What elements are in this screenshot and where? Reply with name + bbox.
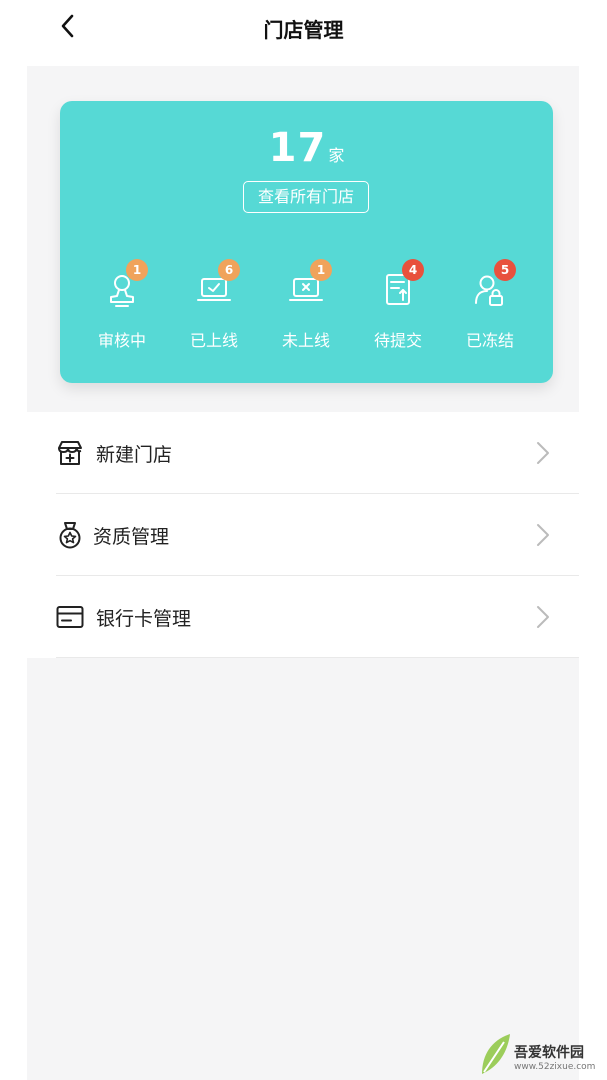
menu-item-new-store[interactable]: 新建门店 xyxy=(27,412,579,494)
status-label: 待提交 xyxy=(373,331,422,350)
menu-list: 新建门店 资质管理 银行卡管理 xyxy=(27,412,579,658)
menu-item-bank-card[interactable]: 银行卡管理 xyxy=(27,576,579,658)
status-reviewing[interactable]: 1 审核中 xyxy=(80,259,164,351)
chevron-right-icon xyxy=(537,442,549,464)
status-label: 已上线 xyxy=(189,331,238,350)
menu-item-label: 银行卡管理 xyxy=(96,608,192,630)
status-badge: 6 xyxy=(218,259,240,281)
status-icon-wrap: 1 xyxy=(102,259,148,309)
status-label: 已冻结 xyxy=(465,331,514,350)
chevron-right-icon xyxy=(537,524,549,546)
status-offline[interactable]: 1 未上线 xyxy=(264,259,348,351)
divider xyxy=(56,657,579,658)
status-badge: 1 xyxy=(126,259,148,281)
status-icon-wrap: 1 xyxy=(286,259,332,309)
menu-item-label: 新建门店 xyxy=(96,444,173,466)
leaf-logo-icon xyxy=(482,1034,510,1074)
store-count-unit: 家 xyxy=(328,146,345,165)
bank-card-icon xyxy=(56,606,84,628)
status-icon-wrap: 5 xyxy=(470,259,516,309)
page-title: 门店管理 xyxy=(263,18,344,42)
status-online[interactable]: 6 已上线 xyxy=(172,259,256,351)
status-badge: 4 xyxy=(402,259,424,281)
status-icon-wrap: 6 xyxy=(194,259,240,309)
view-all-stores-button[interactable]: 查看所有门店 xyxy=(243,181,369,213)
store-count-value: 17 xyxy=(268,125,327,171)
status-frozen[interactable]: 5 已冻结 xyxy=(448,259,532,351)
watermark-url: www.52zixue.com xyxy=(514,1062,596,1072)
status-badge: 5 xyxy=(494,259,516,281)
medal-star-icon xyxy=(59,522,81,549)
top-bar: 门店管理 xyxy=(0,0,607,58)
chevron-right-icon xyxy=(537,606,549,628)
status-badge: 1 xyxy=(310,259,332,281)
store-summary-card: 17 家 查看所有门店 1 审核中 6 已上线 1 未上线 4 待提交 5 已冻… xyxy=(60,101,553,383)
store-add-icon xyxy=(58,441,82,465)
store-count: 17 家 xyxy=(60,125,553,171)
status-icon-wrap: 4 xyxy=(378,259,424,309)
watermark: 吾爱软件园 www.52zixue.com xyxy=(478,1026,604,1078)
watermark-title: 吾爱软件园 xyxy=(514,1045,584,1061)
status-label: 审核中 xyxy=(97,331,146,350)
menu-item-label: 资质管理 xyxy=(93,526,170,548)
status-pending-submit[interactable]: 4 待提交 xyxy=(356,259,440,351)
status-label: 未上线 xyxy=(281,331,330,350)
menu-item-qualification[interactable]: 资质管理 xyxy=(27,494,579,576)
